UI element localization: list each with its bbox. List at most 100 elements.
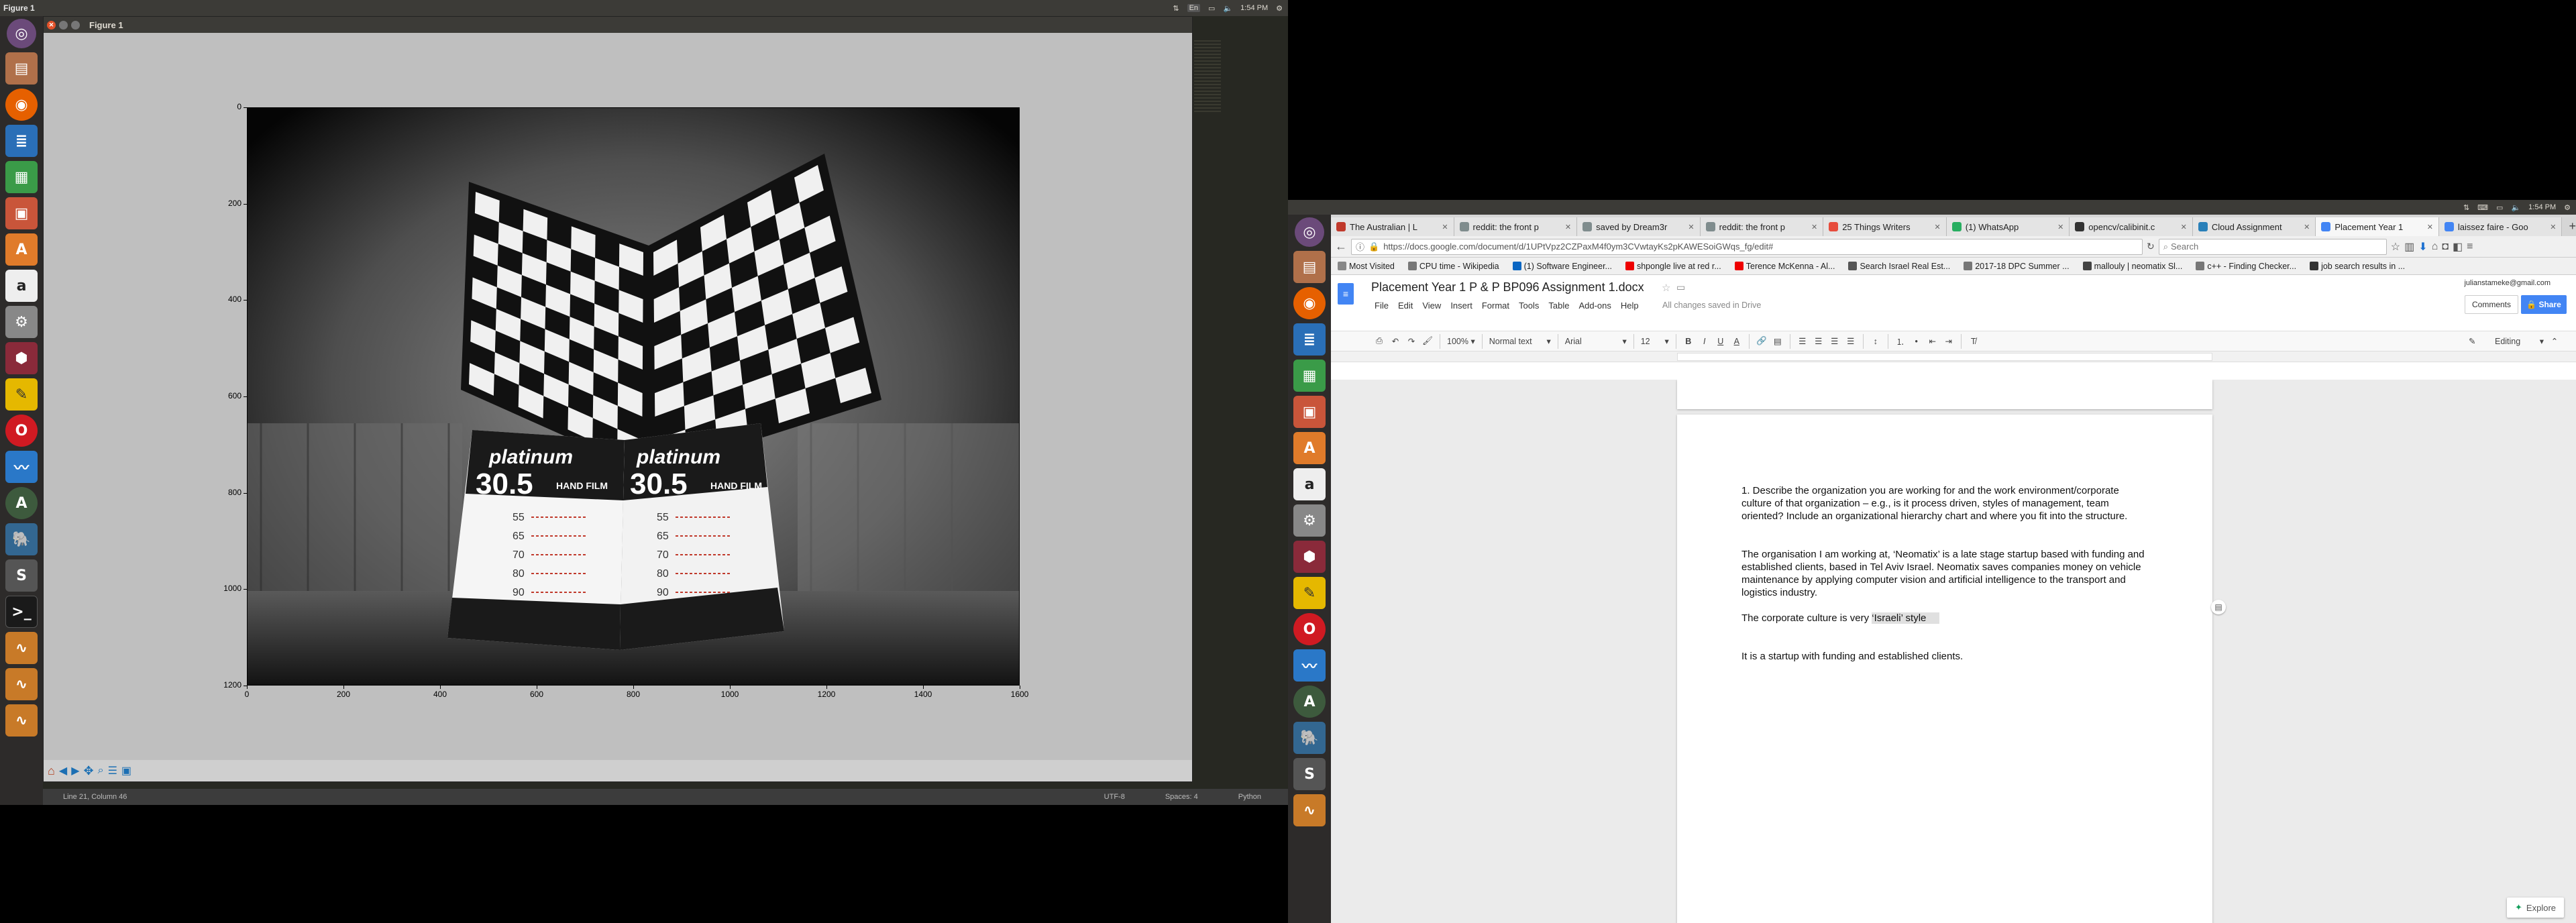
decrease-indent-icon[interactable]: ⇤	[1925, 333, 1941, 349]
docs-menu-insert[interactable]: Insert	[1446, 299, 1477, 312]
comment-icon[interactable]: ▤	[1770, 333, 1786, 349]
dash-home-icon-right[interactable]: ◎	[1295, 217, 1324, 247]
tab-9[interactable]: laissez faire - Goo ✕	[2438, 217, 2563, 236]
comments-button[interactable]: Comments	[2464, 295, 2518, 314]
print-icon[interactable]: ⎙	[1371, 333, 1387, 349]
keyboard-icon-right[interactable]: ⌨	[2477, 203, 2488, 212]
tab-close-icon[interactable]: ✕	[1935, 223, 1941, 231]
matlab-icon-2[interactable]: ∿	[5, 668, 38, 700]
menu-icon[interactable]: ≡	[2467, 241, 2473, 253]
matlab-icon-right[interactable]: ∿	[1293, 794, 1326, 826]
gear-icon-right[interactable]: ⚙	[2564, 203, 2571, 212]
align-right-icon[interactable]: ☰	[1827, 333, 1843, 349]
increase-indent-icon[interactable]: ⇥	[1941, 333, 1957, 349]
app-icon[interactable]: ⬢	[5, 342, 38, 374]
tab-4[interactable]: 25 Things Writers ✕	[1823, 217, 1947, 236]
firefox-icon-right[interactable]: ◉	[1293, 287, 1326, 319]
back-icon[interactable]: ◀	[59, 764, 67, 777]
docs-menu-view[interactable]: View	[1417, 299, 1446, 312]
firefox-icon[interactable]: ◉	[5, 89, 38, 121]
settings-icon[interactable]: ⚙	[5, 306, 38, 338]
docs-menu-table[interactable]: Table	[1544, 299, 1574, 312]
tab-6[interactable]: opencv/calibinit.c ✕	[2070, 217, 2193, 236]
docs-menu-format[interactable]: Format	[1477, 299, 1514, 312]
android-studio-icon-right[interactable]: A	[1293, 686, 1326, 718]
doc-title[interactable]: Placement Year 1 P & P BP096 Assignment …	[1371, 280, 1644, 294]
tab-close-icon[interactable]: ✕	[1565, 223, 1571, 231]
font-size-select[interactable]: 12 ▾	[1638, 333, 1672, 349]
bookmark-star-icon[interactable]: ☆	[2391, 240, 2400, 254]
files-icon-right[interactable]: ▤	[1293, 251, 1326, 283]
folder-icon[interactable]: ▭	[1676, 282, 1685, 293]
numbered-list-icon[interactable]: ⒈	[1892, 333, 1909, 349]
android-studio-icon[interactable]: A	[5, 487, 38, 519]
amazon-icon[interactable]: a	[5, 270, 38, 302]
impress-icon[interactable]: ▣	[5, 197, 38, 229]
home-icon[interactable]: ⌂	[2432, 241, 2438, 253]
editor-icon[interactable]: ✎	[5, 378, 38, 411]
bookmark-3[interactable]: shpongle live at red r...	[1619, 262, 1728, 271]
bookmark-6[interactable]: 2017-18 DPC Summer ...	[1957, 262, 2076, 271]
bookmark-5[interactable]: Search Israel Real Est...	[1841, 262, 1957, 271]
bold-icon[interactable]: B	[1680, 333, 1697, 349]
matlab-icon-3[interactable]: ∿	[5, 704, 38, 737]
keyboard-layout-indicator[interactable]: En	[1187, 4, 1201, 12]
align-left-icon[interactable]: ☰	[1794, 333, 1811, 349]
docs-logo-icon[interactable]: ≡	[1338, 283, 1354, 305]
network-icon-right[interactable]: ⇅	[2463, 203, 2469, 212]
tab-close-icon[interactable]: ✕	[2304, 223, 2310, 231]
document-page[interactable]: 1. Describe the organization you are wor…	[1677, 415, 2212, 923]
syntax-label[interactable]: Python	[1238, 793, 1261, 801]
bookmark-2[interactable]: (1) Software Engineer...	[1506, 262, 1619, 271]
tab-1[interactable]: reddit: the front p ✕	[1454, 217, 1578, 236]
lock-icon[interactable]: 🔒	[1368, 241, 1379, 252]
align-center-icon[interactable]: ☰	[1811, 333, 1827, 349]
tab-5[interactable]: (1) WhatsApp ✕	[1946, 217, 2070, 236]
collapse-icon[interactable]: ⌃	[2546, 333, 2563, 349]
monitor-icon-right[interactable]: 〰	[1293, 649, 1326, 682]
paint-format-icon[interactable]: 🖌	[1419, 333, 1436, 349]
impress-icon-right[interactable]: ▣	[1293, 396, 1326, 428]
clock-right[interactable]: 1:54 PM	[2528, 203, 2556, 211]
tab-close-icon[interactable]: ✕	[1688, 223, 1694, 231]
pan-icon[interactable]: ✥	[84, 764, 94, 778]
volume-icon-right[interactable]: 🔈	[2511, 203, 2520, 212]
downloads-icon[interactable]: ⬇	[2418, 240, 2427, 254]
search-box[interactable]: ⌕	[2158, 238, 2387, 255]
network-icon[interactable]: ⇅	[1173, 4, 1179, 13]
matlab-icon[interactable]: ∿	[5, 632, 38, 664]
tab-close-icon[interactable]: ✕	[2057, 223, 2063, 231]
reload-icon[interactable]: ↻	[2147, 241, 2155, 252]
software-center-icon-right[interactable]: A	[1293, 432, 1326, 464]
encoding-label[interactable]: UTF-8	[1104, 793, 1125, 801]
bookmark-9[interactable]: job search results in ...	[2303, 262, 2412, 271]
clear-format-icon[interactable]: T̸	[1966, 333, 1982, 349]
docs-menu-edit[interactable]: Edit	[1393, 299, 1417, 312]
software-center-icon[interactable]: A	[5, 233, 38, 266]
docs-menu-help[interactable]: Help	[1616, 299, 1644, 312]
docs-menu-tools[interactable]: Tools	[1514, 299, 1544, 312]
postgres-icon-right[interactable]: 🐘	[1293, 722, 1326, 754]
underline-icon[interactable]: U	[1713, 333, 1729, 349]
calc-icon-right[interactable]: ▦	[1293, 360, 1326, 392]
font-select[interactable]: Arial ▾	[1562, 333, 1629, 349]
docs-menu-file[interactable]: File	[1370, 299, 1393, 312]
url-bar[interactable]: ⓘ 🔒 https://docs.google.com/document/d/1…	[1351, 238, 2143, 255]
back-icon[interactable]: ←	[1335, 239, 1347, 254]
user-account[interactable]: julianstameke@gmail.com	[2464, 279, 2551, 287]
add-comment-icon[interactable]: ▤	[2211, 600, 2226, 614]
startup-paragraph[interactable]: It is a startup with funding and establi…	[1741, 650, 2148, 663]
editor-icon-right[interactable]: ✎	[1293, 577, 1326, 609]
extension-icon[interactable]: ◧	[2453, 240, 2463, 254]
text-color-icon[interactable]: A	[1729, 333, 1745, 349]
maximize-icon[interactable]	[71, 20, 80, 30]
answer-paragraph[interactable]: The organisation I am working at, ‘Neoma…	[1741, 548, 2148, 599]
close-icon[interactable]: ✕	[47, 20, 56, 30]
justify-icon[interactable]: ☰	[1843, 333, 1859, 349]
monitor-icon[interactable]: 〰	[5, 451, 38, 483]
minimize-icon[interactable]	[59, 20, 68, 30]
battery-icon[interactable]: ▭	[1208, 4, 1215, 13]
clock[interactable]: 1:54 PM	[1240, 4, 1268, 12]
writer-icon-right[interactable]: ≣	[1293, 323, 1326, 356]
forward-icon[interactable]: ▶	[71, 764, 79, 777]
